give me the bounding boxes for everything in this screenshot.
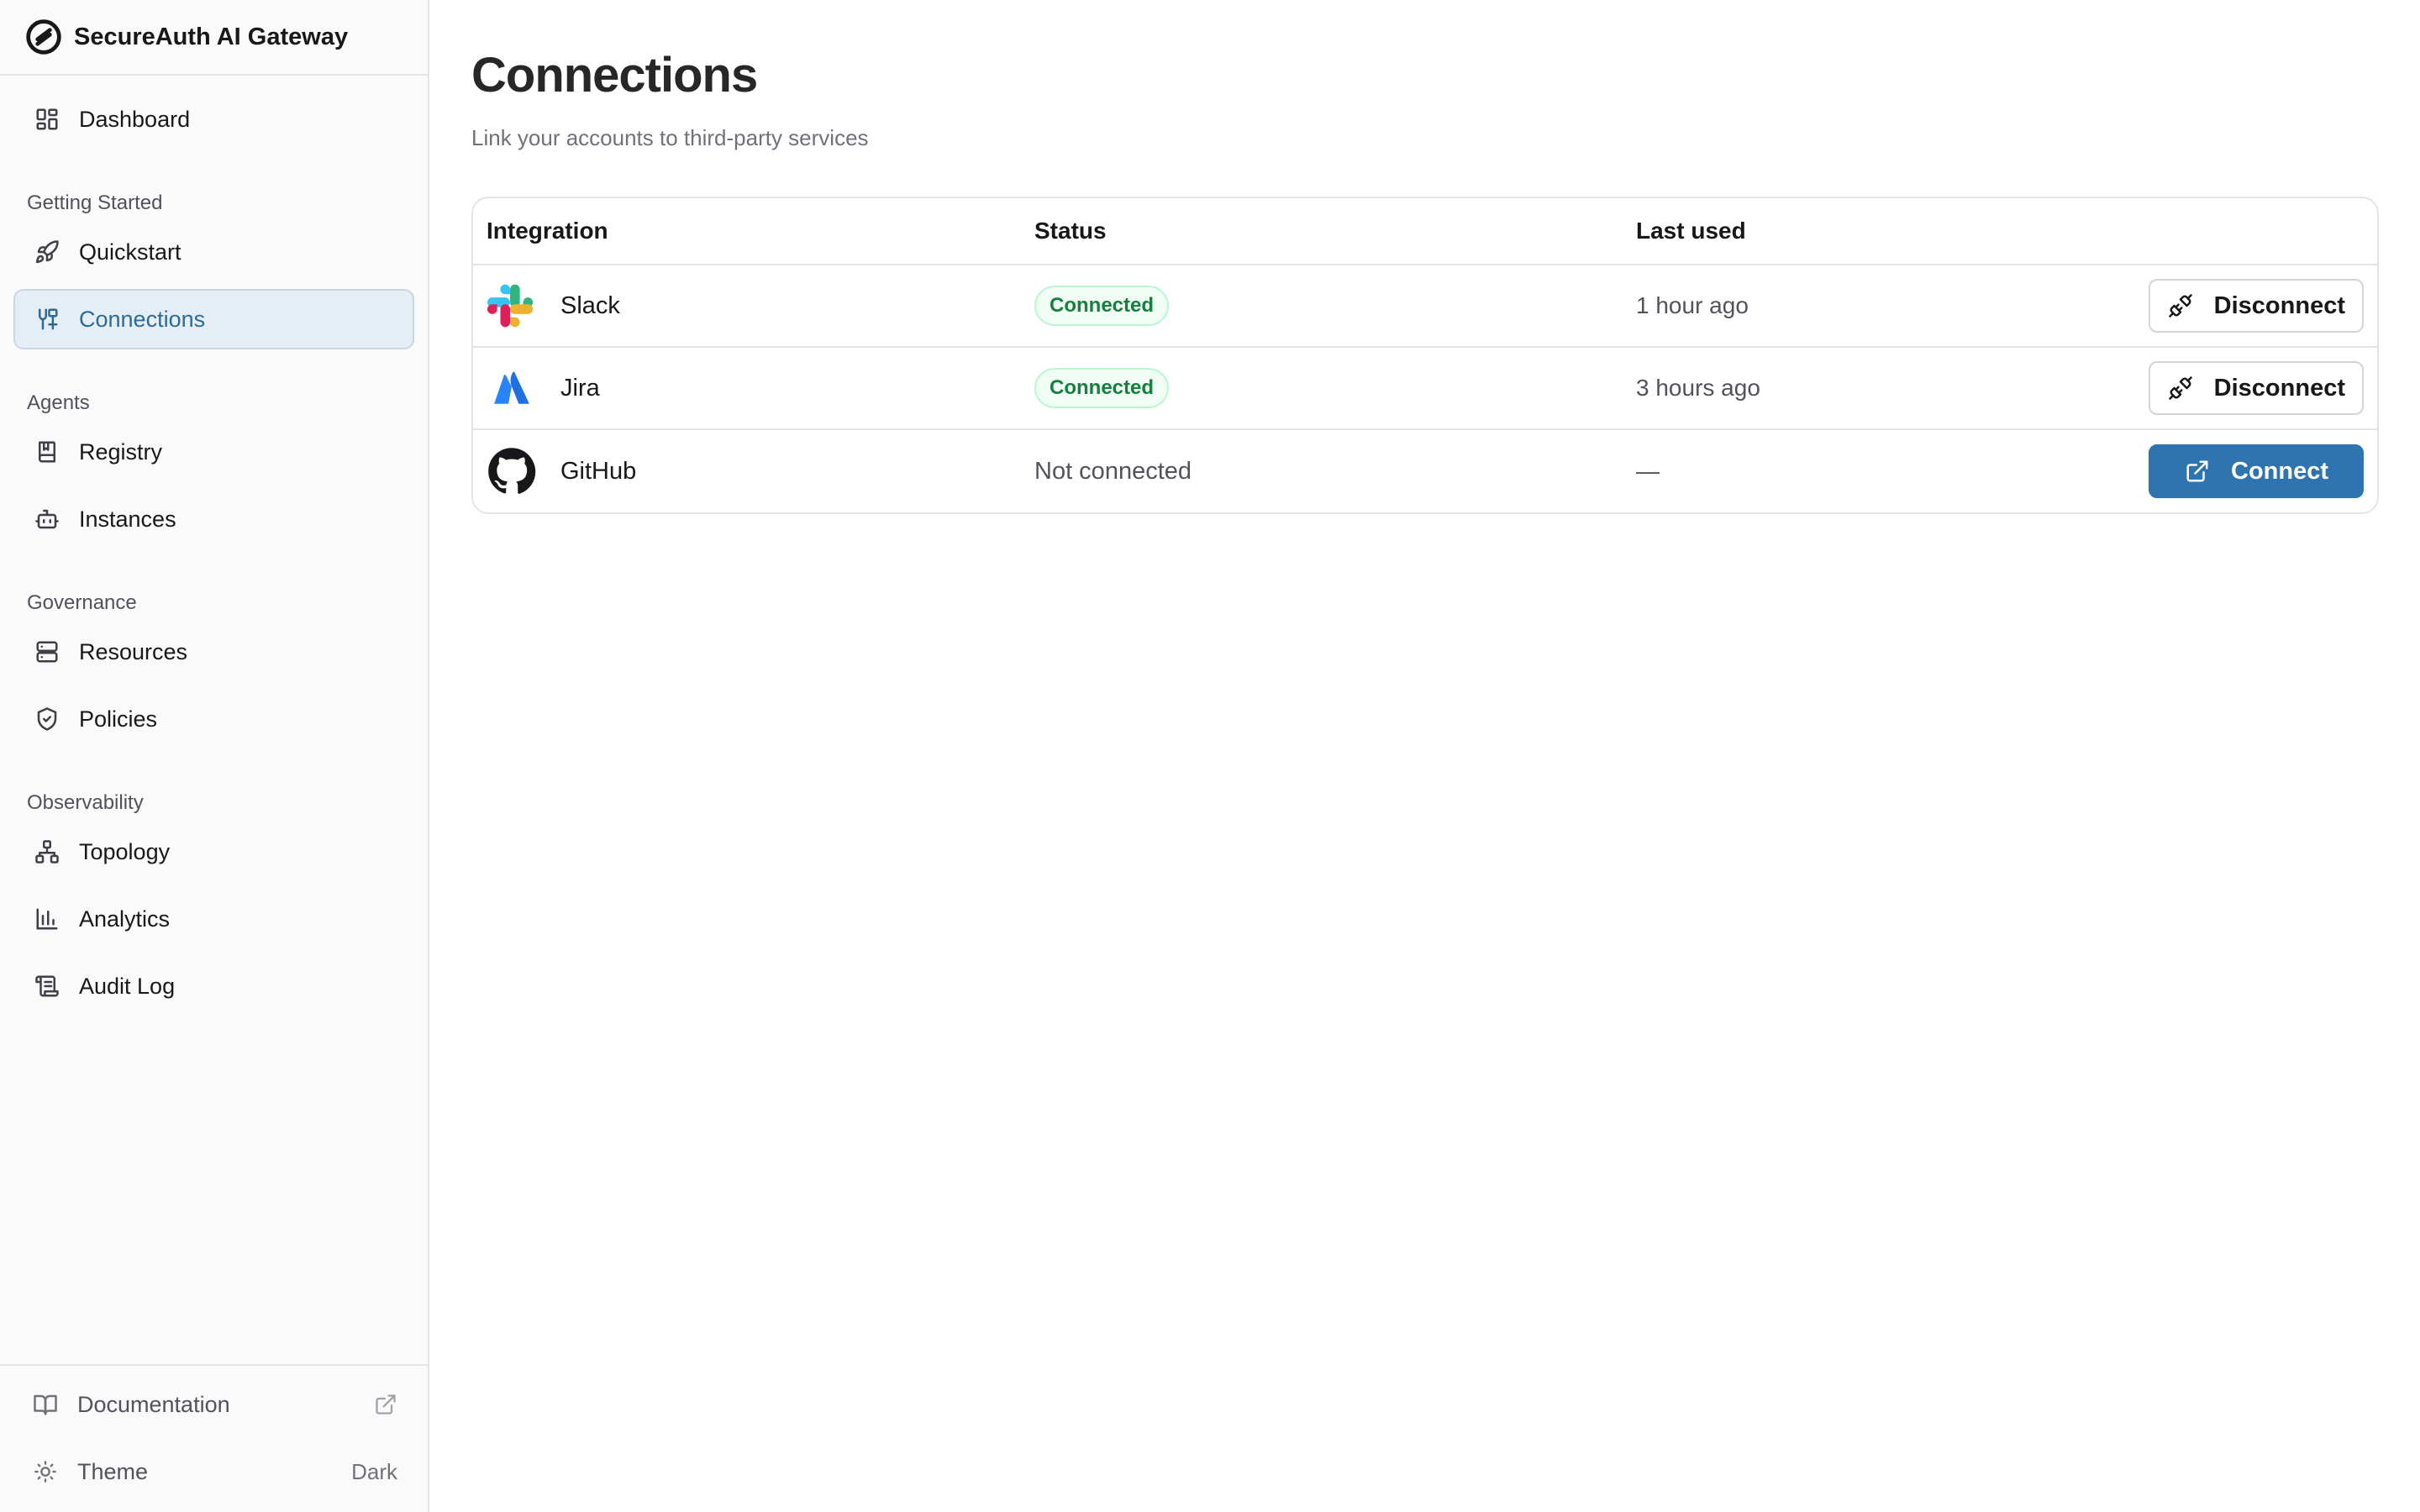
sidebar-item-resources[interactable]: Resources	[13, 622, 414, 682]
sidebar-item-label: Analytics	[79, 906, 171, 932]
github-logo-icon	[487, 446, 537, 496]
shield-icon	[32, 704, 62, 734]
open-book-icon	[30, 1389, 60, 1420]
table-row: GitHub Not connected — Connect	[473, 430, 2377, 512]
connect-button[interactable]: Connect	[2149, 444, 2364, 498]
column-header-last-used: Last used	[1636, 218, 1746, 244]
last-used: —	[1636, 458, 1660, 484]
sidebar-item-label: Policies	[79, 706, 158, 732]
column-header-status: Status	[1034, 218, 1107, 244]
book-icon	[32, 437, 62, 467]
disconnect-label: Disconnect	[2213, 374, 2345, 402]
theme-value: Dark	[351, 1458, 397, 1484]
integration-name: Jira	[560, 374, 600, 402]
secureauth-logo-icon	[25, 18, 62, 55]
sidebar-nav: Dashboard Getting Started Quickstart Con…	[0, 89, 428, 1016]
status-text: Not connected	[1034, 457, 1192, 485]
sidebar-item-registry[interactable]: Registry	[13, 422, 414, 482]
rocket-icon	[32, 237, 62, 267]
last-used: 3 hours ago	[1636, 375, 1760, 401]
server-icon	[32, 637, 62, 667]
scroll-icon	[32, 971, 62, 1001]
nav-group-label-agents: Agents	[27, 391, 90, 414]
sidebar-item-audit-log[interactable]: Audit Log	[13, 956, 414, 1016]
nav-group-label-governance: Governance	[27, 591, 137, 614]
jira-logo-icon	[487, 363, 537, 413]
sidebar-item-analytics[interactable]: Analytics	[13, 889, 414, 949]
sidebar-item-policies[interactable]: Policies	[13, 689, 414, 749]
theme-toggle[interactable]: Theme Dark	[13, 1438, 414, 1505]
external-link-icon	[374, 1393, 397, 1416]
integration-name: GitHub	[560, 457, 637, 485]
sidebar-item-connections[interactable]: Connections	[13, 289, 414, 349]
table-header: Integration Status Last used	[473, 198, 2377, 265]
sidebar-item-label: Registry	[79, 438, 163, 465]
sun-icon	[30, 1457, 60, 1487]
table-row: Slack Connected 1 hour ago Disconnect	[473, 265, 2377, 348]
status-badge: Connected	[1034, 286, 1170, 326]
sidebar-item-label: Connections	[79, 306, 206, 332]
sidebar: SecureAuth AI Gateway Dashboard Getting …	[0, 0, 429, 1512]
sidebar-item-topology[interactable]: Topology	[13, 822, 414, 882]
robot-icon	[32, 504, 62, 534]
page-title: Connections	[471, 48, 758, 102]
unplug-icon	[2167, 375, 2194, 402]
topology-icon	[32, 837, 62, 867]
connections-table: Integration Status Last used Slack Conne…	[471, 197, 2379, 514]
sidebar-item-label: Dashboard	[79, 106, 191, 132]
nav-group-label-observability: Observability	[27, 791, 144, 814]
sidebar-item-quickstart[interactable]: Quickstart	[13, 222, 414, 282]
status-badge: Connected	[1034, 368, 1170, 408]
slack-logo-icon	[487, 281, 537, 331]
app-root: SecureAuth AI Gateway Dashboard Getting …	[0, 0, 2420, 1512]
sidebar-item-label: Resources	[79, 638, 188, 664]
sidebar-item-label: Instances	[79, 506, 176, 532]
nav-group-label-getting-started: Getting Started	[27, 192, 163, 214]
integration-name: Slack	[560, 291, 620, 319]
main-content: Connections Link your accounts to third-…	[429, 0, 2420, 1512]
brand-header[interactable]: SecureAuth AI Gateway	[0, 0, 428, 76]
table-row: Jira Connected 3 hours ago Disconnect	[473, 348, 2377, 430]
documentation-label: Documentation	[77, 1391, 230, 1417]
bar-chart-icon	[32, 904, 62, 934]
disconnect-label: Disconnect	[2213, 291, 2345, 319]
unplug-icon	[2167, 292, 2194, 319]
sidebar-item-label: Quickstart	[79, 239, 182, 265]
disconnect-button[interactable]: Disconnect	[2149, 279, 2364, 333]
last-used: 1 hour ago	[1636, 292, 1749, 318]
page-subtitle: Link your accounts to third-party servic…	[471, 125, 869, 150]
sidebar-item-instances[interactable]: Instances	[13, 489, 414, 549]
app-title: SecureAuth AI Gateway	[74, 23, 349, 50]
external-link-icon	[2184, 458, 2211, 485]
documentation-link[interactable]: Documentation	[13, 1371, 414, 1438]
dashboard-icon	[32, 104, 62, 134]
sidebar-item-dashboard[interactable]: Dashboard	[13, 89, 414, 150]
sidebar-footer: Documentation Theme Dark	[0, 1364, 428, 1512]
sidebar-item-label: Audit Log	[79, 973, 176, 999]
theme-label: Theme	[77, 1458, 149, 1484]
connections-icon	[32, 304, 62, 334]
column-header-integration: Integration	[487, 218, 608, 244]
disconnect-button[interactable]: Disconnect	[2149, 361, 2364, 415]
connect-label: Connect	[2231, 457, 2328, 485]
sidebar-item-label: Topology	[79, 838, 171, 864]
